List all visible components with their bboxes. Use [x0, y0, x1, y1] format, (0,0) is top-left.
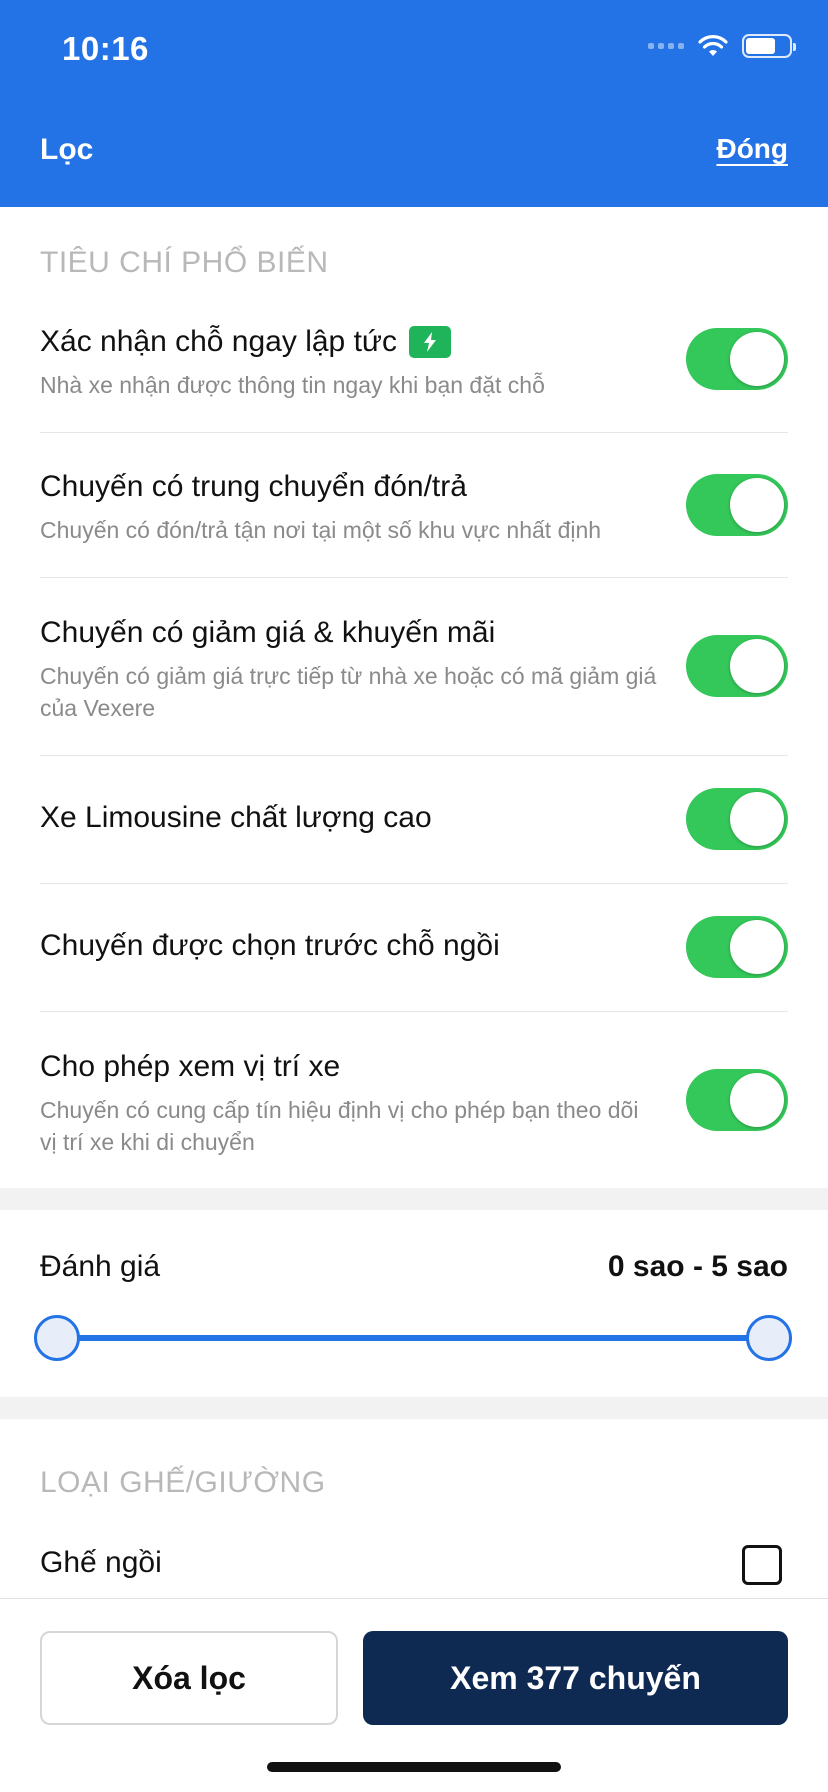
filter-item-description: Chuyến có đón/trả tận nơi tại một số khu… [40, 517, 602, 543]
divider [40, 755, 788, 756]
filter-item-limousine: Xe Limousine chất lượng cao [40, 801, 788, 835]
toggle-seat-select[interactable] [686, 916, 788, 978]
wifi-icon [698, 35, 728, 56]
filter-item-description: Nhà xe nhận được thông tin ngay khi bạn … [40, 372, 545, 398]
filter-item-title: Chuyến có trung chuyển đón/trả [40, 470, 467, 503]
rating-slider-min-handle[interactable] [34, 1315, 80, 1361]
toggle-discount[interactable] [686, 635, 788, 697]
rating-slider-max-handle[interactable] [746, 1315, 792, 1361]
view-results-button[interactable]: Xem 377 chuyến [363, 1631, 788, 1725]
filter-item-description: Chuyến có giảm giá trực tiếp từ nhà xe h… [40, 663, 657, 721]
status-icons [648, 34, 796, 58]
toggle-location[interactable] [686, 1069, 788, 1131]
seat-type-checkbox[interactable] [742, 1545, 782, 1585]
divider [40, 577, 788, 578]
section-title-popular: TIÊU CHÍ PHỔ BIẾN [40, 246, 329, 279]
divider [40, 1011, 788, 1012]
rating-slider-track[interactable] [57, 1335, 769, 1341]
toggle-instant-confirm[interactable] [686, 328, 788, 390]
filter-item-title: Chuyến có giảm giá & khuyến mãi [40, 616, 496, 649]
divider [40, 432, 788, 433]
section-separator [0, 1188, 828, 1210]
toggle-limousine[interactable] [686, 788, 788, 850]
filter-item-title: Chuyến được chọn trước chỗ ngồi [40, 929, 500, 962]
filter-item-description: Chuyến có cung cấp tín hiệu định vị cho … [40, 1097, 639, 1155]
filter-item-transfer: Chuyến có trung chuyển đón/trả Chuyến có… [40, 470, 788, 546]
filter-item-seat-select: Chuyến được chọn trước chỗ ngồi [40, 929, 788, 963]
divider [40, 883, 788, 884]
filter-item-title: Xác nhận chỗ ngay lập tức [40, 325, 397, 358]
seat-type-item: Ghế ngồi [40, 1546, 788, 1580]
bolt-icon [408, 326, 451, 358]
status-time: 10:16 [62, 30, 149, 67]
section-separator [0, 1397, 828, 1419]
clear-filter-button[interactable]: Xóa lọc [40, 1631, 338, 1725]
rating-value: 0 sao - 5 sao [607, 1250, 788, 1283]
filter-item-title: Xe Limousine chất lượng cao [40, 801, 432, 834]
section-title-seat-type: LOẠI GHẾ/GIƯỜNG [40, 1466, 326, 1499]
filter-item-instant-confirm: Xác nhận chỗ ngay lập tức Nhà xe nhận đư… [40, 325, 788, 401]
page-title: Lọc [40, 133, 94, 166]
close-button[interactable]: Đóng [716, 133, 788, 165]
toggle-transfer[interactable] [686, 474, 788, 536]
seat-type-label: Ghế ngồi [40, 1546, 162, 1579]
filter-item-title: Cho phép xem vị trí xe [40, 1050, 341, 1083]
filter-item-location: Cho phép xem vị trí xe Chuyến có cung cấ… [40, 1050, 788, 1158]
rating-label: Đánh giá [40, 1250, 161, 1283]
header-bar: 10:16 Lọc Đóng [0, 0, 828, 207]
signal-icon [648, 43, 684, 49]
home-indicator[interactable] [267, 1762, 561, 1772]
battery-icon [742, 34, 796, 58]
filter-item-discount: Chuyến có giảm giá & khuyến mãi Chuyến c… [40, 616, 788, 724]
